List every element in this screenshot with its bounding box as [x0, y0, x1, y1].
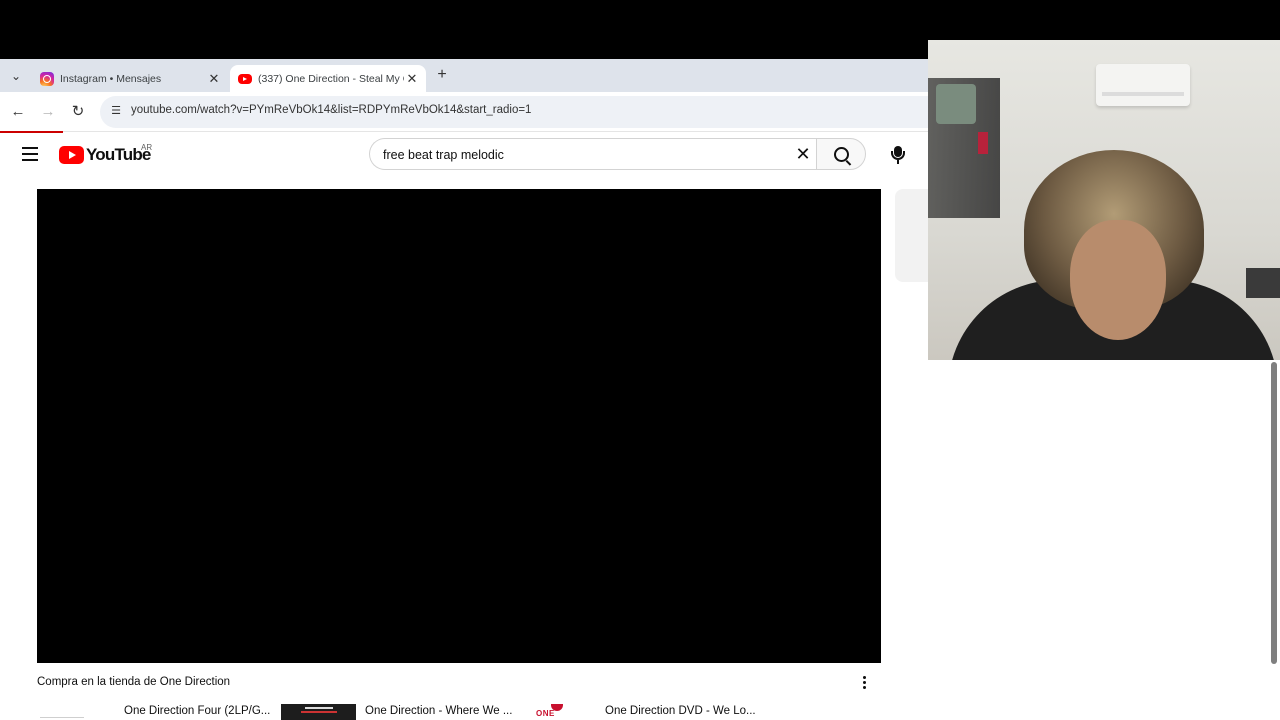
- tab-search-chevron-icon[interactable]: ⌄: [6, 67, 26, 85]
- thumbnail-logo-text: ONE: [536, 709, 555, 718]
- country-code: AR: [141, 143, 153, 152]
- store-item-thumbnail[interactable]: [37, 704, 87, 720]
- tab-youtube[interactable]: (337) One Direction - Steal My G ✕: [230, 65, 426, 92]
- new-tab-plus-icon[interactable]: +: [433, 67, 451, 85]
- url-text[interactable]: youtube.com/watch?v=PYmReVbOk14&list=RDP…: [131, 104, 531, 116]
- search-input[interactable]: free beat trap melodic ✕: [369, 138, 816, 170]
- youtube-play-icon: [59, 146, 84, 164]
- store-item-name[interactable]: One Direction Four (2LP/G...: [124, 705, 270, 717]
- forward-arrow-icon[interactable]: →: [38, 102, 58, 122]
- back-arrow-icon[interactable]: ←: [8, 102, 28, 122]
- close-icon[interactable]: ✕: [404, 71, 420, 87]
- hamburger-menu-icon[interactable]: [22, 147, 38, 161]
- person-face: [1070, 220, 1166, 340]
- air-conditioner: [1096, 64, 1190, 106]
- clear-search-icon[interactable]: ✕: [794, 145, 812, 163]
- tab-instagram[interactable]: Instagram • Mensajes ✕: [32, 65, 228, 92]
- youtube-icon: [238, 73, 252, 84]
- search-icon: [834, 147, 849, 162]
- store-item-thumbnail[interactable]: [281, 704, 356, 720]
- close-icon[interactable]: ✕: [206, 71, 222, 87]
- scrollbar-thumb[interactable]: [1271, 362, 1277, 664]
- tab-strip: ⌄ Instagram • Mensajes ✕ (337) One Direc…: [0, 59, 928, 92]
- tab-title: Instagram • Mensajes: [60, 72, 162, 85]
- store-item-name[interactable]: One Direction - Where We ...: [365, 705, 512, 717]
- sidebar-panel-card: [895, 189, 928, 282]
- search-button[interactable]: [816, 138, 866, 170]
- store-item-name[interactable]: One Direction DVD - We Lo...: [605, 705, 756, 717]
- browser-toolbar: ← → ↻ ☰ youtube.com/watch?v=PYmReVbOk14&…: [0, 92, 928, 132]
- youtube-logo[interactable]: YouTube: [59, 145, 151, 165]
- voice-search-button[interactable]: [884, 140, 912, 168]
- address-bar[interactable]: ☰ youtube.com/watch?v=PYmReVbOk14&list=R…: [100, 96, 928, 128]
- search-input-value[interactable]: free beat trap melodic: [383, 148, 504, 162]
- tab-title: (337) One Direction - Steal My G: [258, 72, 404, 85]
- more-options-icon[interactable]: [856, 674, 872, 692]
- store-title: Compra en la tienda de One Direction: [37, 676, 231, 688]
- reload-icon[interactable]: ↻: [68, 102, 88, 122]
- store-item-thumbnail[interactable]: ONE: [529, 704, 589, 720]
- toolbar-divider: [63, 131, 928, 132]
- instagram-icon: [40, 71, 54, 86]
- video-player[interactable]: [37, 189, 881, 663]
- page-load-progress: [0, 131, 63, 133]
- webcam-overlay: [928, 40, 1280, 360]
- site-info-icon[interactable]: ☰: [108, 104, 124, 120]
